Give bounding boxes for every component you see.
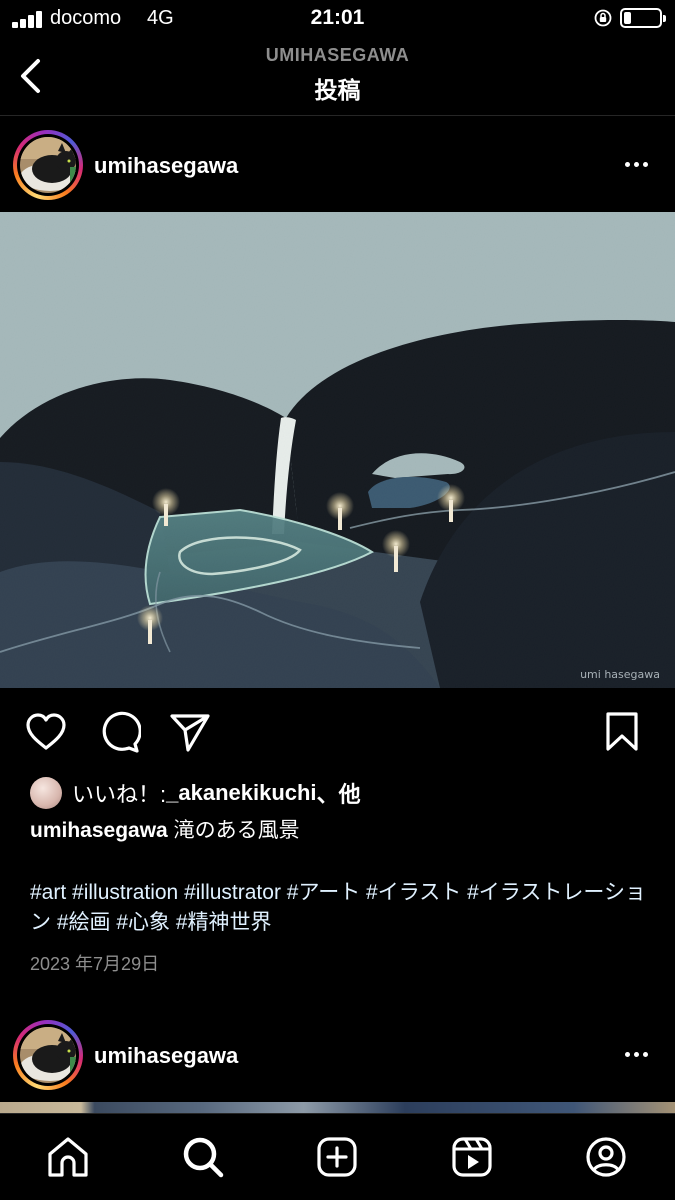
post-username[interactable]: umihasegawa [94, 153, 238, 179]
profile-icon [586, 1137, 626, 1177]
nav-header: UMIHASEGAWA 投稿 [0, 40, 675, 116]
story-ring[interactable] [13, 1020, 83, 1090]
heart-icon [26, 713, 66, 750]
status-time: 21:01 [310, 6, 365, 29]
post-caption: umihasegawa 滝のある風景 [30, 816, 650, 846]
save-button[interactable] [598, 706, 646, 758]
tab-home[interactable] [43, 1132, 93, 1182]
comment-button[interactable] [95, 706, 143, 758]
orientation-lock-icon [594, 9, 612, 27]
image-watermark: umi hasegawa [580, 668, 660, 681]
like-button[interactable] [22, 706, 70, 758]
new-post-icon [317, 1137, 357, 1177]
caption-username[interactable]: umihasegawa [30, 819, 168, 842]
paper-plane-icon [170, 714, 210, 752]
liker-username[interactable]: _akanekikuchi [166, 780, 316, 806]
post-username[interactable]: umihasegawa [94, 1043, 238, 1069]
post-image[interactable]: umi hasegawa [0, 212, 675, 688]
avatar [20, 1027, 76, 1083]
battery-level-fill [624, 12, 631, 24]
more-options-button[interactable] [616, 1042, 656, 1066]
header-account-name: UMIHASEGAWA [265, 45, 410, 65]
tab-search[interactable] [178, 1132, 228, 1182]
reels-icon [452, 1137, 492, 1177]
post-hashtags[interactable]: #art #illustration #illustrator #アート #イラ… [30, 878, 650, 938]
likes-others[interactable]: 、他 [317, 777, 361, 809]
status-bar: docomo 4G 21:01 [0, 0, 675, 40]
liker-avatar[interactable] [30, 777, 62, 809]
tab-reels[interactable] [447, 1132, 497, 1182]
bookmark-icon [606, 712, 638, 751]
battery-icon [620, 8, 666, 28]
search-icon [183, 1137, 224, 1178]
caption-text: 滝のある風景 [167, 819, 300, 842]
likes-line: いいね！: _akanekikuchi 、他 [30, 776, 361, 810]
home-icon [48, 1137, 88, 1177]
more-options-button[interactable] [616, 152, 656, 176]
avatar [20, 137, 76, 193]
bottom-tab-bar [0, 1113, 675, 1200]
share-button[interactable] [166, 706, 214, 758]
next-post-header: umihasegawa [0, 1006, 675, 1102]
tab-profile[interactable] [581, 1132, 631, 1182]
comment-bubble-icon [102, 711, 141, 753]
tab-new-post[interactable] [312, 1132, 362, 1182]
likes-prefix: いいね！: [72, 782, 167, 807]
post-header: umihasegawa [0, 116, 675, 212]
more-horizontal-icon [624, 1051, 630, 1057]
post-actions [0, 706, 675, 760]
more-horizontal-icon [624, 161, 630, 167]
story-ring[interactable] [13, 130, 83, 200]
page-title: 投稿 [314, 77, 361, 103]
post-date: 2023 年7月29日 [30, 954, 160, 974]
